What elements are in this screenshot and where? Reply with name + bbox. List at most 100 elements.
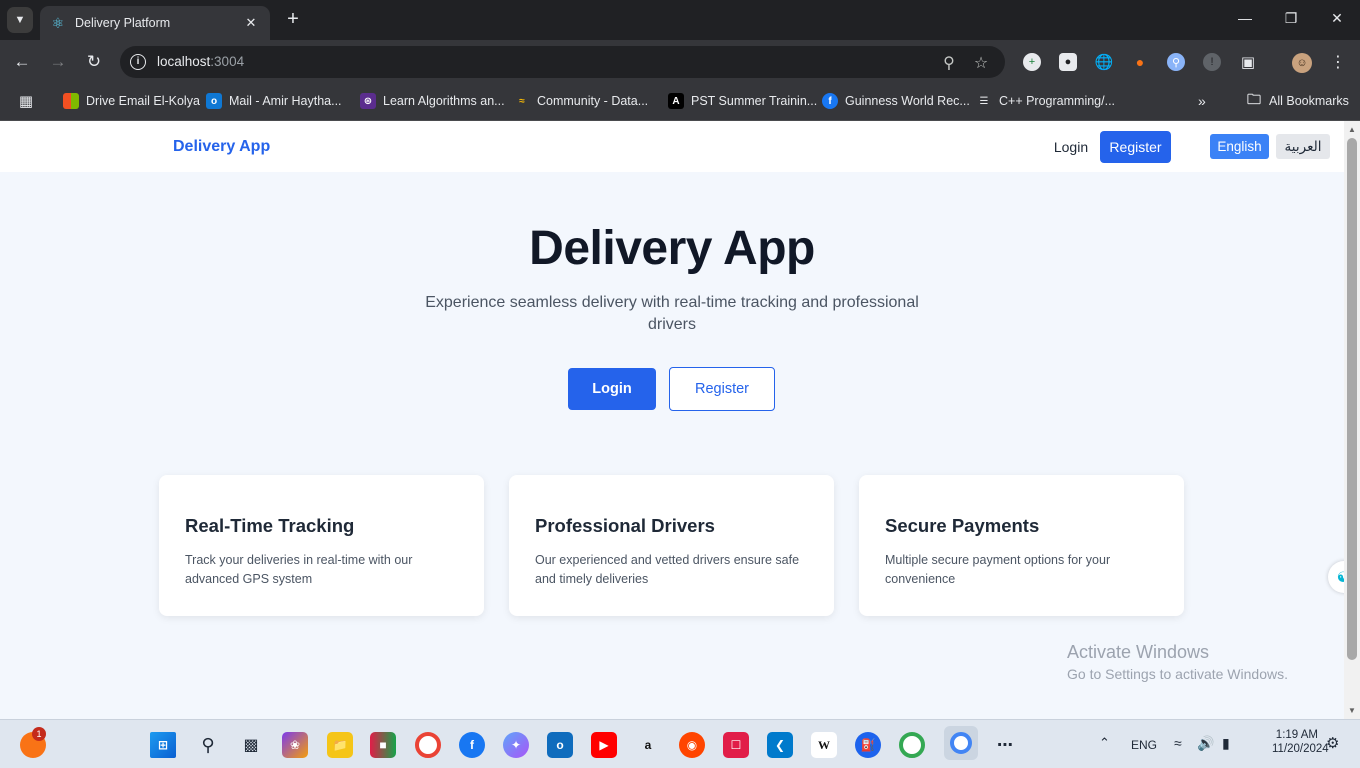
scroll-up-arrow[interactable]: ▲ [1348, 125, 1356, 134]
volume-icon[interactable]: 🔊 [1197, 735, 1214, 752]
battery-icon[interactable]: ▮ [1222, 735, 1230, 752]
nav-register-button[interactable]: Register [1100, 131, 1171, 163]
feature-title: Professional Drivers [535, 515, 715, 536]
site-navbar: Delivery App Login Register English العر… [0, 121, 1344, 172]
chrome-active-icon[interactable] [944, 726, 978, 760]
reddit-icon[interactable]: ◉ [679, 732, 705, 758]
store-app-icon[interactable]: ■ [370, 732, 396, 758]
copilot-app-icon[interactable]: ✦ [503, 732, 529, 758]
extension-grey-icon[interactable]: ! [1203, 53, 1221, 71]
wifi-icon[interactable]: ≈ [1174, 735, 1182, 751]
back-button[interactable]: ← [11, 51, 33, 73]
clock[interactable]: 1:19 AM 11/20/2024 [1272, 729, 1329, 755]
window-close-button[interactable]: ✕ [1327, 10, 1347, 27]
outlook-icon: o [206, 93, 222, 109]
pst-icon: A [668, 93, 684, 109]
browser-tab-active[interactable]: ⚛ Delivery Platform ✕ [40, 6, 270, 40]
tab-search-button[interactable]: ▼ [7, 7, 33, 33]
bookmark-item[interactable]: ☰ C++ Programming/... [976, 93, 1116, 109]
new-tab-button[interactable]: + [282, 8, 304, 30]
activate-windows-watermark: Activate Windows Go to Settings to activ… [1067, 642, 1288, 682]
bookmark-star-icon[interactable]: ☆ [972, 53, 990, 73]
vscode-icon[interactable]: ❮ [767, 732, 793, 758]
bookmark-item[interactable]: Drive Email El-Kolya [63, 93, 200, 109]
facebook-icon: f [822, 93, 838, 109]
algorithms-icon: ⊛ [360, 93, 376, 109]
youtube-icon[interactable]: ▶ [591, 732, 617, 758]
page-scrollbar[interactable]: ▲ ▼ [1344, 121, 1360, 719]
docker-icon[interactable]: ⛽ [855, 732, 881, 758]
shopping-icon[interactable]: ☐ [723, 732, 749, 758]
feature-description: Multiple secure payment options for your… [885, 553, 1111, 586]
task-view-icon[interactable]: ▩ [238, 732, 264, 758]
forward-button[interactable]: → [47, 51, 69, 73]
hero-login-button[interactable]: Login [568, 368, 656, 410]
search-icon[interactable]: ⚲ [195, 732, 221, 758]
clock-date: 11/20/2024 [1272, 743, 1329, 755]
apps-grid-icon[interactable]: ▦ [18, 93, 41, 110]
extensions-puzzle-icon[interactable]: ▣ [1239, 53, 1257, 71]
hero-title: Delivery App [529, 222, 815, 275]
extension-search-icon[interactable]: ⚲ [1167, 53, 1185, 71]
overflow-icon[interactable]: ⋯ [992, 732, 1018, 758]
facebook-icon[interactable]: f [459, 732, 485, 758]
extension-plus-icon[interactable]: + [1023, 53, 1041, 71]
scroll-down-arrow[interactable]: ▼ [1348, 706, 1356, 715]
browser-titlebar: ▼ ⚛ Delivery Platform ✕ + — ❐ ✕ [0, 0, 1360, 40]
copilot-icon[interactable]: ❀ [282, 732, 308, 758]
extension-orange-icon[interactable]: ● [1131, 53, 1149, 71]
brand-logo[interactable]: Delivery App [173, 138, 270, 156]
nav-login-link[interactable]: Login [1047, 133, 1095, 161]
minimize-button[interactable]: — [1235, 10, 1255, 26]
chrome-icon[interactable] [415, 732, 441, 758]
notifications-bell-icon[interactable]: ⚙ [1326, 734, 1339, 752]
language-indicator[interactable]: ENG [1131, 738, 1157, 752]
scrollbar-thumb[interactable] [1347, 138, 1357, 660]
amazon-icon[interactable]: a [635, 732, 661, 758]
browser-menu-icon[interactable]: ⋮ [1329, 53, 1347, 71]
wikibooks-icon: ☰ [979, 95, 989, 107]
chrome-profile-icon[interactable] [899, 732, 925, 758]
bookmark-item[interactable]: ⊛ Learn Algorithms an... [360, 93, 505, 109]
extension-globe-icon[interactable]: 🌐 [1095, 53, 1114, 71]
extension-mask-icon[interactable]: ● [1059, 53, 1077, 71]
feature-card: Secure Payments Multiple secure payment … [859, 475, 1184, 616]
bookmarks-bar: ▦ Drive Email El-Kolya o Mail - Amir Hay… [0, 84, 1360, 121]
file-explorer-icon[interactable]: 📁 [327, 732, 353, 758]
tab-close-icon[interactable]: ✕ [242, 15, 260, 31]
clock-time: 1:19 AM [1275, 729, 1318, 741]
site-info-icon[interactable]: i [130, 54, 146, 70]
feature-title: Secure Payments [885, 515, 1040, 536]
windows-start-icon[interactable]: ⊞ [150, 732, 176, 758]
feature-title: Real-Time Tracking [185, 515, 355, 536]
reload-button[interactable]: ↻ [83, 51, 105, 73]
tab-title: Delivery Platform [75, 16, 171, 30]
bookmark-item[interactable]: o Mail - Amir Haytha... [206, 93, 342, 109]
outlook-icon[interactable]: o [547, 732, 573, 758]
zoom-icon[interactable]: ⚲ [940, 53, 958, 73]
bookmark-item[interactable]: A PST Summer Trainin... [668, 93, 817, 109]
watermark-line-1: Activate Windows [1067, 642, 1210, 662]
feature-description: Track your deliveries in real-time with … [185, 553, 413, 586]
hero-register-button[interactable]: Register [669, 367, 775, 411]
feature-card: Professional Drivers Our experienced and… [509, 475, 834, 616]
all-bookmarks-folder[interactable]: 🗀 All Bookmarks [1246, 91, 1349, 109]
wikipedia-icon[interactable]: W [811, 732, 837, 758]
profile-avatar[interactable]: ☺ [1292, 53, 1312, 73]
address-bar[interactable]: i localhost:3004 ⚲ ☆ [120, 46, 1005, 78]
url-text[interactable]: localhost:3004 [157, 54, 244, 69]
lang-arabic-button[interactable]: العربية [1276, 134, 1330, 159]
notification-badge: 1 [32, 727, 46, 741]
hero-subtitle: Experience seamless delivery with real-t… [425, 294, 919, 333]
bookmark-item[interactable]: ≈ Community - Data... [514, 93, 648, 109]
more-bookmarks-icon[interactable]: » [1198, 93, 1206, 109]
watermark-line-2: Go to Settings to activate Windows. [1067, 666, 1288, 682]
folder-icon: 🗀 [1247, 91, 1261, 107]
bookmark-item[interactable]: f Guinness World Rec... [822, 93, 970, 109]
tray-expand-icon[interactable]: ⌃ [1099, 735, 1110, 751]
lang-english-button[interactable]: English [1210, 134, 1269, 159]
feature-description: Our experienced and vetted drivers ensur… [535, 553, 800, 586]
restore-button[interactable]: ❐ [1281, 10, 1301, 27]
microsoft-icon [63, 93, 79, 109]
community-icon: ≈ [519, 95, 525, 107]
